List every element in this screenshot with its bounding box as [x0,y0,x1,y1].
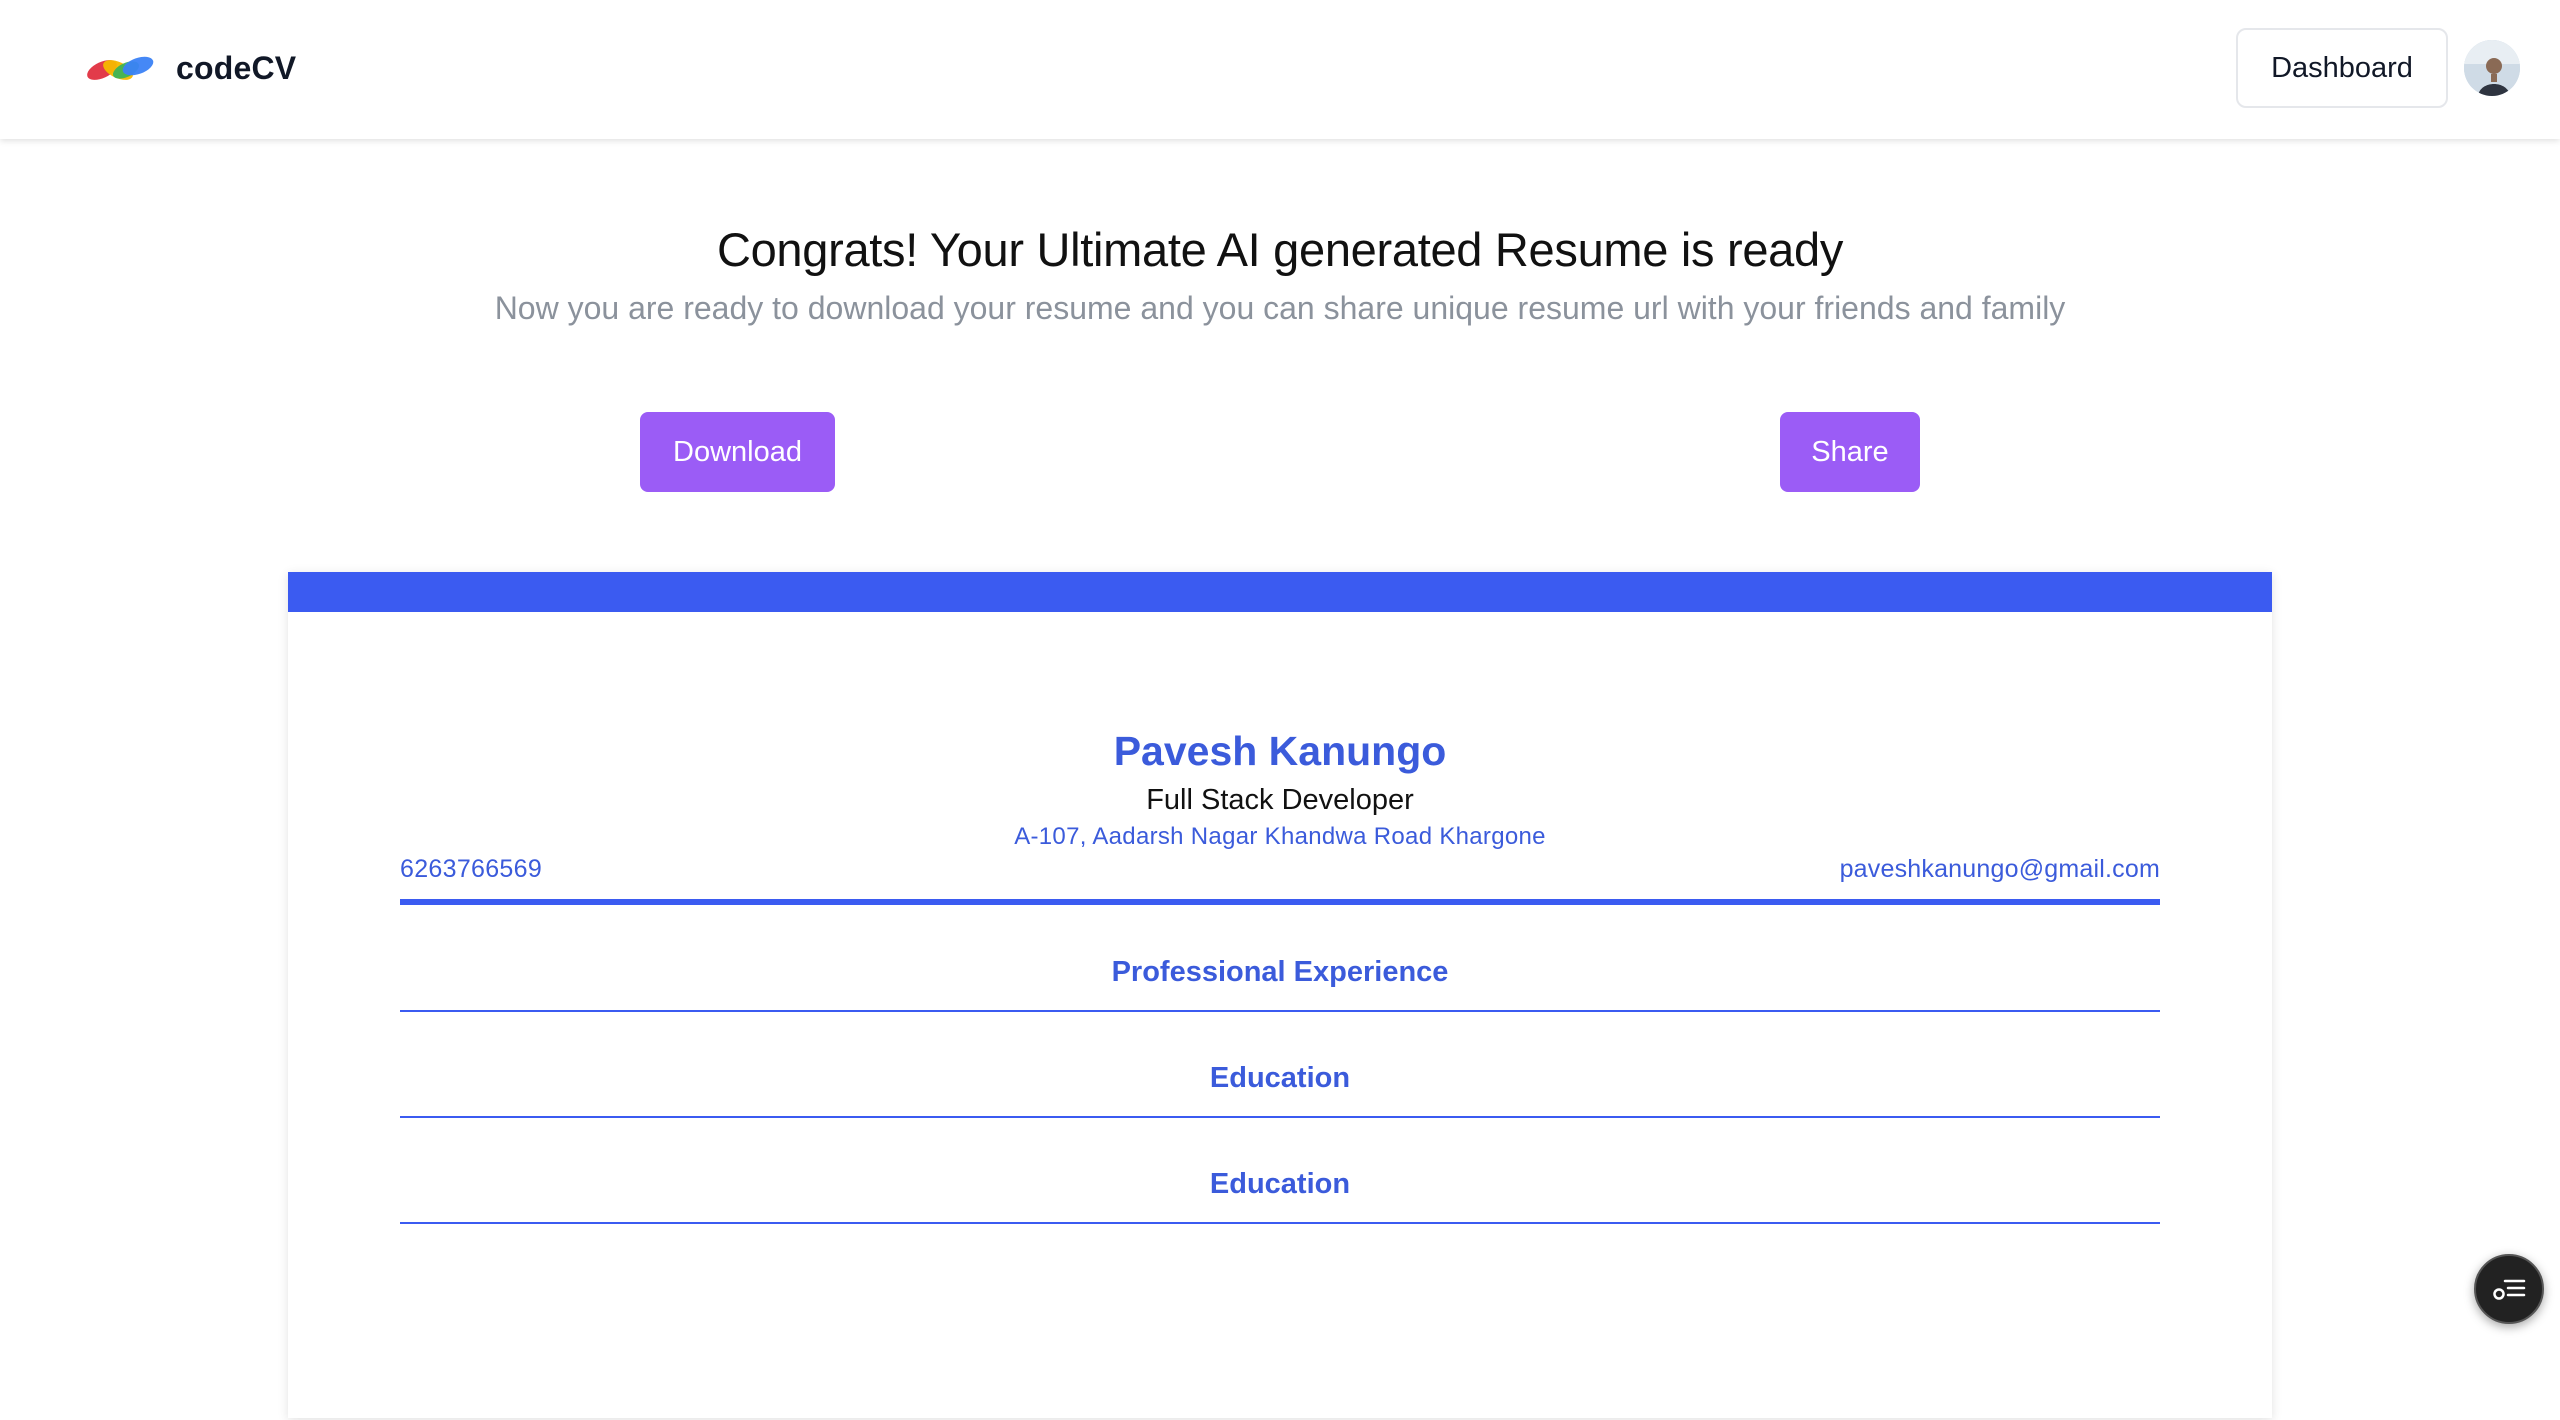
resume-email: paveshkanungo@gmail.com [1839,855,2160,883]
brand-name: codeCV [176,49,297,86]
top-navbar: codeCV Dashboard [0,0,2560,139]
download-button[interactable]: Download [640,412,835,492]
header-divider [400,899,2160,905]
section-education: Education [1209,1062,1351,1094]
page-subtitle: Now you are ready to download your resum… [494,290,2066,326]
resume-phone: 6263766569 [400,855,543,883]
section-professional-experience: Professional Experience [1111,956,1449,988]
brand-logo[interactable]: codeCV [80,48,296,88]
section-education-2: Education [1209,1168,1351,1200]
resume-address: A-107, Aadarsh Nagar Khandwa Road Khargo… [1014,823,1546,850]
section-divider [400,1010,2160,1012]
resume-preview: Pavesh Kanungo Full Stack Developer A-10… [288,572,2272,1418]
section-divider [400,1222,2160,1224]
avatar-image [2464,40,2520,96]
floating-menu-button[interactable] [2474,1254,2544,1324]
share-button[interactable]: Share [1780,412,1920,492]
resume-content: Pavesh Kanungo Full Stack Developer A-10… [400,572,2160,1418]
dashboard-button[interactable]: Dashboard [2236,28,2448,108]
checklist-icon [2493,1279,2526,1300]
section-divider [400,1116,2160,1118]
resume-name: Pavesh Kanungo [1113,728,1447,774]
user-avatar[interactable] [2464,40,2520,96]
page-title: Congrats! Your Ultimate AI generated Res… [716,223,1844,276]
resume-job-title: Full Stack Developer [1146,784,1414,816]
codecv-logo-icon [87,56,154,80]
